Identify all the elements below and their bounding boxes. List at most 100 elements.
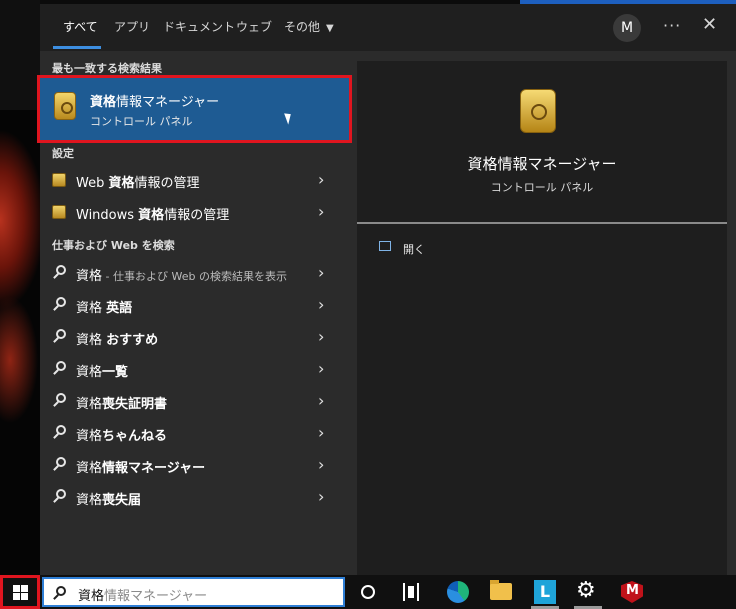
suggestion-bold: おすすめ [106,333,159,348]
label-prefix: Windows [76,208,139,223]
suggestion-label: 資格 おすすめ [76,329,158,348]
taskbar: 資格情報マネージャー L ⚙ [0,575,736,609]
mcafee-icon[interactable] [621,581,643,603]
suggestion-text: 資格 [76,429,103,444]
search-icon [56,393,66,403]
web-suggestion-item[interactable]: 資格一覧 › [40,353,346,385]
web-suggestion-item[interactable]: 資格情報マネージャー › [40,449,346,481]
open-action[interactable]: 開く [403,241,425,257]
chevron-right-icon[interactable]: › [318,170,324,189]
suggestion-text: 資格 [76,365,103,380]
edge-icon[interactable] [447,581,469,603]
suggestion-text: 資格 [76,333,107,348]
preview-divider [357,222,727,224]
chevron-right-icon[interactable]: › [318,359,324,378]
settings-item-label: Windows 資格情報の管理 [76,204,229,223]
open-icon[interactable] [379,241,391,251]
file-explorer-icon[interactable] [490,580,512,600]
label-prefix: Web [76,176,109,191]
best-match-title: 資格情報マネージャー [90,91,219,110]
tab-apps[interactable]: アプリ [114,18,150,48]
l-app-icon[interactable]: L [534,580,556,604]
suggestion-text: 資格 [76,301,107,316]
label-suffix: 情報の管理 [164,208,230,223]
search-tabs: すべて アプリ ドキュメント ウェブ その他 ▼ M ··· ✕ [40,4,736,51]
search-icon [56,489,66,499]
vault-safe-icon [520,89,556,133]
chevron-right-icon[interactable]: › [318,327,324,346]
suggestion-label: 資格喪失証明書 [76,393,167,412]
preview-pane: 資格情報マネージャー コントロール パネル 開く [357,61,727,575]
close-icon[interactable]: ✕ [702,14,717,35]
chevron-right-icon[interactable]: › [318,295,324,314]
search-icon [56,457,66,467]
account-avatar[interactable]: M [613,14,641,42]
task-view-icon[interactable] [403,583,419,601]
vault-safe-icon [52,205,66,219]
taskbar-search-input[interactable]: 資格情報マネージャー [42,577,345,607]
web-suggestion-item[interactable]: 資格 - 仕事および Web の検索結果を表示 › [40,257,346,289]
chevron-right-icon[interactable]: › [318,423,324,442]
tab-documents[interactable]: ドキュメント [163,18,235,48]
suggestion-text: 資格 [76,493,103,508]
best-match-item[interactable]: 資格情報マネージャー コントロール パネル [37,75,352,143]
suggestion-label: 資格ちゃんねる [76,425,167,444]
web-suggestion-item[interactable]: 資格ちゃんねる › [40,417,346,449]
results-list: 最も一致する検索結果 資格情報マネージャー コントロール パネル 設定 Web … [37,51,352,575]
suggestion-label: 資格喪失届 [76,489,141,508]
preview-title: 資格情報マネージャー [467,155,617,173]
suggestion-bold: 一覧 [102,365,129,380]
chevron-right-icon[interactable]: › [318,391,324,410]
search-panel: すべて アプリ ドキュメント ウェブ その他 ▼ M ··· ✕ 最も一致する検索… [37,4,736,575]
web-suggestion-item[interactable]: 資格 英語 › [40,289,346,321]
label-suffix: 情報の管理 [134,176,200,191]
chevron-right-icon[interactable]: › [318,263,324,282]
tab-web[interactable]: ウェブ [236,18,272,48]
mouse-cursor-icon [284,111,294,125]
tab-more[interactable]: その他 ▼ [284,18,334,48]
label-bold: 資格 [138,208,165,223]
search-icon [56,329,66,339]
preview-subtitle: コントロール パネル [490,181,594,194]
chevron-down-icon: ▼ [326,23,334,34]
web-suggestion-item[interactable]: 資格喪失届 › [40,481,346,513]
suggestion-label: 資格 英語 [76,297,132,316]
settings-heading: 設定 [52,147,74,160]
suggestion-bold: ちゃんねる [102,429,168,444]
suggestion-text: 資格 [76,461,103,476]
chevron-right-icon[interactable]: › [318,455,324,474]
settings-item-web-credentials[interactable]: Web 資格情報の管理 › [40,164,346,196]
search-icon [56,297,66,307]
label-bold: 資格 [108,176,135,191]
suggestion-hint: - 仕事および Web の検索結果を表示 [102,270,287,283]
active-tab-indicator [53,46,101,49]
vault-safe-icon [52,173,66,187]
settings-gear-icon[interactable]: ⚙ [576,578,596,603]
suggestion-bold: 英語 [106,301,133,316]
suggestion-bold: 情報マネージャー [102,461,206,476]
suggestion-label: 資格一覧 [76,361,128,380]
web-suggestion-item[interactable]: 資格 おすすめ › [40,321,346,353]
chevron-right-icon[interactable]: › [318,487,324,506]
search-query: 資格情報マネージャー [78,585,207,604]
search-icon [56,361,66,371]
suggestion-text: 資格 [76,397,103,412]
windows-logo-pane [13,585,20,592]
more-options-icon[interactable]: ··· [663,16,681,35]
settings-item-windows-credentials[interactable]: Windows 資格情報の管理 › [40,196,346,228]
tab-more-label: その他 [284,20,321,34]
tab-all[interactable]: すべて [63,18,98,48]
search-icon [56,425,66,435]
search-icon [56,265,66,275]
cortana-icon[interactable] [361,585,375,599]
start-button[interactable] [0,575,40,609]
suggestion-bold: 喪失証明書 [102,397,168,412]
desktop-dark-area [0,0,40,110]
settings-item-label: Web 資格情報の管理 [76,172,200,191]
best-match-title-rest: 情報マネージャー [116,95,220,110]
chevron-right-icon[interactable]: › [318,202,324,221]
web-suggestion-item[interactable]: 資格喪失証明書 › [40,385,346,417]
vault-safe-icon [54,92,76,120]
suggestion-bold: 喪失届 [102,493,142,508]
search-icon [56,586,66,596]
